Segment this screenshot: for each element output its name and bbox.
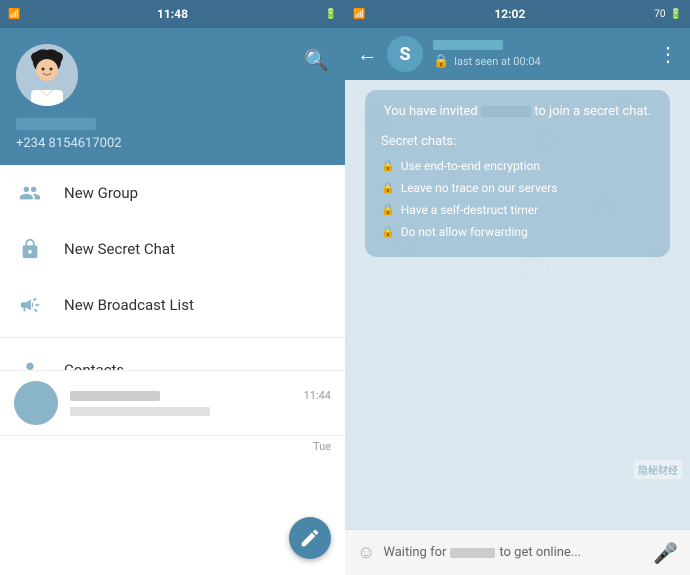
chat-time: 11:44 — [304, 389, 331, 402]
feature-label-3: Have a self-destruct timer — [401, 201, 538, 219]
invite-prefix: You have invited — [384, 104, 478, 119]
person-icon — [16, 356, 44, 370]
feature-lock-3: 🔒 — [381, 202, 395, 219]
search-icon[interactable]: 🔍 — [304, 48, 329, 72]
chat-input-text: Waiting for to get online... — [383, 545, 645, 560]
blurred-username — [481, 106, 531, 117]
chat-avatar — [14, 381, 58, 425]
chat-info: 11:44 — [70, 389, 331, 416]
group-icon — [16, 179, 44, 207]
menu-divider-1 — [0, 337, 345, 338]
left-panel: 📶 11:48 🔋 — [0, 0, 345, 575]
invite-suffix: to join a secret chat. — [534, 104, 651, 119]
day-label: Tue — [0, 436, 345, 457]
mic-icon[interactable]: 🎤 — [653, 541, 678, 565]
menu-list: New Group New Secret Chat New Broadcast … — [0, 165, 345, 370]
more-options-button[interactable]: ⋮ — [658, 42, 678, 66]
compose-fab[interactable] — [289, 517, 331, 559]
status-bar-left: 📶 11:48 🔋 — [0, 0, 345, 28]
feature-lock-2: 🔒 — [381, 180, 395, 197]
time-left: 11:48 — [157, 7, 188, 21]
feature-label-4: Do not allow forwarding — [401, 223, 528, 241]
feature-lock-4: 🔒 — [381, 224, 395, 241]
chat-msg — [70, 407, 210, 416]
battery-percent-right: 70 — [654, 9, 665, 20]
battery-icon-left: 🔋 — [325, 9, 337, 20]
invite-text: You have invited to join a secret chat. — [381, 102, 654, 122]
menu-label-contacts: Contacts — [64, 361, 124, 370]
chat-name — [70, 391, 160, 401]
back-button[interactable]: ← — [357, 42, 377, 67]
waiting-prefix: Waiting for — [383, 545, 446, 560]
system-bubble: You have invited to join a secret chat. … — [365, 90, 670, 257]
section-title: Secret chats: — [381, 132, 654, 152]
waiting-suffix: to get online... — [499, 545, 581, 560]
status-bar-right: 📶 12:02 70 🔋 — [345, 0, 690, 28]
profile-header: 🔍 +234 8154617002 — [0, 28, 345, 165]
chat-input-bar: ☺ Waiting for to get online... 🎤 — [345, 529, 690, 575]
menu-item-new-group[interactable]: New Group — [0, 165, 345, 221]
lock-icon — [16, 235, 44, 263]
chat-header: ← S 🔒 last seen at 00:04 ⋮ — [345, 28, 690, 80]
feature-item-3: 🔒 Have a self-destruct timer — [381, 201, 654, 219]
menu-label-new-secret-chat: New Secret Chat — [64, 240, 175, 258]
feature-label-2: Leave no trace on our servers — [401, 179, 558, 197]
signal-icon-right: 📶 — [353, 9, 365, 20]
emoji-icon[interactable]: ☺ — [357, 542, 375, 563]
chat-preview: 11:44 Tue — [0, 370, 345, 575]
signal-icon-left: 📶 — [8, 9, 20, 20]
chat-header-name-blur — [433, 40, 503, 50]
lock-header-icon: 🔒 — [433, 54, 449, 69]
feature-label-1: Use end-to-end encryption — [401, 157, 540, 175]
chat-header-avatar: S — [387, 36, 423, 72]
time-right: 12:02 — [494, 7, 525, 21]
menu-label-new-group: New Group — [64, 184, 138, 202]
chat-body: You have invited to join a secret chat. … — [345, 80, 690, 529]
avatar — [16, 44, 78, 106]
waiting-username — [450, 548, 495, 558]
chat-header-info: 🔒 last seen at 00:04 — [433, 40, 648, 69]
menu-item-contacts[interactable]: Contacts — [0, 342, 345, 370]
chat-header-status: last seen at 00:04 — [454, 55, 541, 68]
chat-list-item[interactable]: 11:44 — [0, 371, 345, 436]
profile-phone: +234 8154617002 — [16, 136, 329, 151]
right-panel: 📶 12:02 70 🔋 ← S 🔒 last seen at 00:04 ⋮ — [345, 0, 690, 575]
watermark-text: 隐秘财经 — [634, 460, 682, 479]
profile-name — [16, 118, 96, 130]
feature-item-4: 🔒 Do not allow forwarding — [381, 223, 654, 241]
feature-item-1: 🔒 Use end-to-end encryption — [381, 157, 654, 175]
feature-lock-1: 🔒 — [381, 158, 395, 175]
menu-item-new-secret-chat[interactable]: New Secret Chat — [0, 221, 345, 277]
broadcast-icon — [16, 291, 44, 319]
feature-item-2: 🔒 Leave no trace on our servers — [381, 179, 654, 197]
menu-label-broadcast: New Broadcast List — [64, 296, 194, 314]
menu-item-broadcast[interactable]: New Broadcast List — [0, 277, 345, 333]
battery-icon-right: 🔋 — [670, 9, 682, 20]
